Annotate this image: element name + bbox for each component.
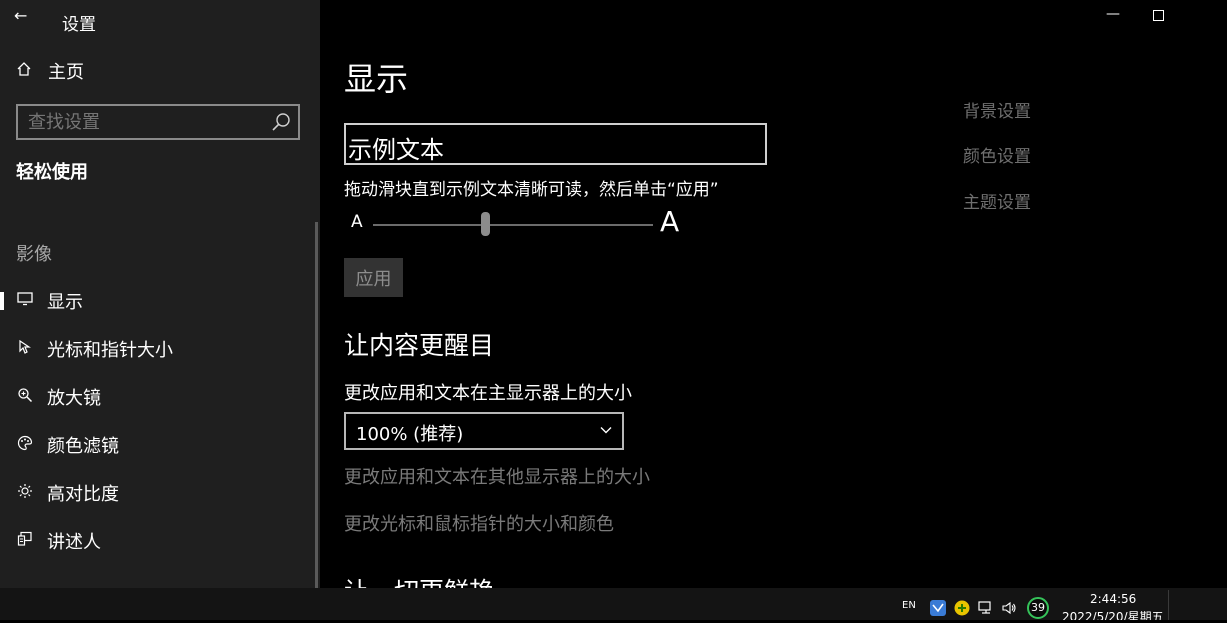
link-other-displays[interactable]: 更改应用和文本在其他显示器上的大小 xyxy=(344,463,650,489)
slider-thumb[interactable] xyxy=(480,212,490,236)
related-color-settings[interactable]: 颜色设置 xyxy=(963,142,1031,167)
sidebar-scrollbar[interactable] xyxy=(315,222,318,588)
scale-label: 更改应用和文本在主显示器上的大小 xyxy=(344,383,632,404)
badge-tray-icon[interactable]: 39 xyxy=(1027,597,1049,619)
sidebar-item-label: 颜色滤镜 xyxy=(47,436,119,457)
slider-min-label: A xyxy=(351,212,363,232)
sidebar-item-cursor[interactable]: 光标和指针大小 xyxy=(0,329,320,369)
sidebar-item-label: 放大镜 xyxy=(47,388,101,409)
input-language-indicator[interactable]: EN xyxy=(902,600,916,611)
home-icon xyxy=(16,61,36,81)
group-title: 影像 xyxy=(16,244,52,265)
sidebar-item-label: 讲述人 xyxy=(47,532,101,553)
chevron-down-icon xyxy=(600,427,612,434)
page-title: 显示 xyxy=(344,60,409,98)
search-box[interactable] xyxy=(16,104,300,140)
volume-icon[interactable] xyxy=(1001,600,1017,616)
sidebar: ← 设置 主页 轻松使用 影像 显示 光标和指针大小 放大镜 xyxy=(0,0,320,588)
related-theme-settings[interactable]: 主题设置 xyxy=(963,188,1031,213)
sidebar-item-high-contrast[interactable]: 高对比度 xyxy=(0,473,320,513)
sample-text: 示例文本 xyxy=(348,136,444,164)
home-link[interactable]: 主页 xyxy=(16,58,84,84)
scale-dropdown[interactable]: 100% (推荐) xyxy=(344,412,624,450)
text-size-slider[interactable] xyxy=(373,224,653,226)
search-icon[interactable] xyxy=(270,111,292,133)
show-desktop-divider[interactable] xyxy=(1168,590,1169,620)
plus-tray-icon[interactable] xyxy=(954,600,970,616)
narrator-icon xyxy=(15,531,35,551)
magnifier-icon xyxy=(15,387,35,407)
section-title: 轻松使用 xyxy=(16,162,88,183)
cursor-icon xyxy=(15,339,35,359)
scale-value: 100% (推荐) xyxy=(356,424,464,445)
display-icon xyxy=(15,292,35,310)
badge-count: 39 xyxy=(1031,601,1045,614)
back-arrow-icon[interactable]: ← xyxy=(14,6,27,25)
sidebar-item-magnifier[interactable]: 放大镜 xyxy=(0,377,320,417)
selected-indicator xyxy=(0,292,4,310)
sidebar-item-label: 光标和指针大小 xyxy=(47,340,173,361)
related-background-settings[interactable]: 背景设置 xyxy=(963,97,1031,122)
slider-max-label: A xyxy=(660,205,680,238)
home-label: 主页 xyxy=(48,62,84,83)
next-section-heading: 让一切更鲜艳 xyxy=(344,572,494,588)
sidebar-item-display[interactable]: 显示 xyxy=(0,281,320,321)
sidebar-item-label: 显示 xyxy=(47,292,83,313)
sidebar-item-label: 高对比度 xyxy=(47,484,119,505)
link-cursor-settings[interactable]: 更改光标和鼠标指针的大小和颜色 xyxy=(344,510,614,536)
sidebar-item-color-filters[interactable]: 颜色滤镜 xyxy=(0,425,320,465)
apply-button[interactable]: 应用 xyxy=(344,258,403,297)
search-input[interactable] xyxy=(18,106,278,138)
sidebar-item-narrator[interactable]: 讲述人 xyxy=(0,521,320,561)
maximize-button[interactable] xyxy=(1153,10,1164,21)
clock-date[interactable]: 2022/5/20/星期五 xyxy=(1062,608,1164,620)
instruction-text: 拖动滑块直到示例文本清晰可读，然后单击“应用” xyxy=(344,180,719,200)
brightness-icon xyxy=(15,483,35,503)
section-heading: 让内容更醒目 xyxy=(344,331,495,360)
network-icon[interactable] xyxy=(978,600,994,616)
minimize-button[interactable]: — xyxy=(1106,6,1120,22)
app-title: 设置 xyxy=(62,15,96,35)
clock-time[interactable]: 2:44:56 xyxy=(1090,592,1136,606)
app-tray-icon[interactable] xyxy=(930,600,946,616)
palette-icon xyxy=(15,435,35,455)
